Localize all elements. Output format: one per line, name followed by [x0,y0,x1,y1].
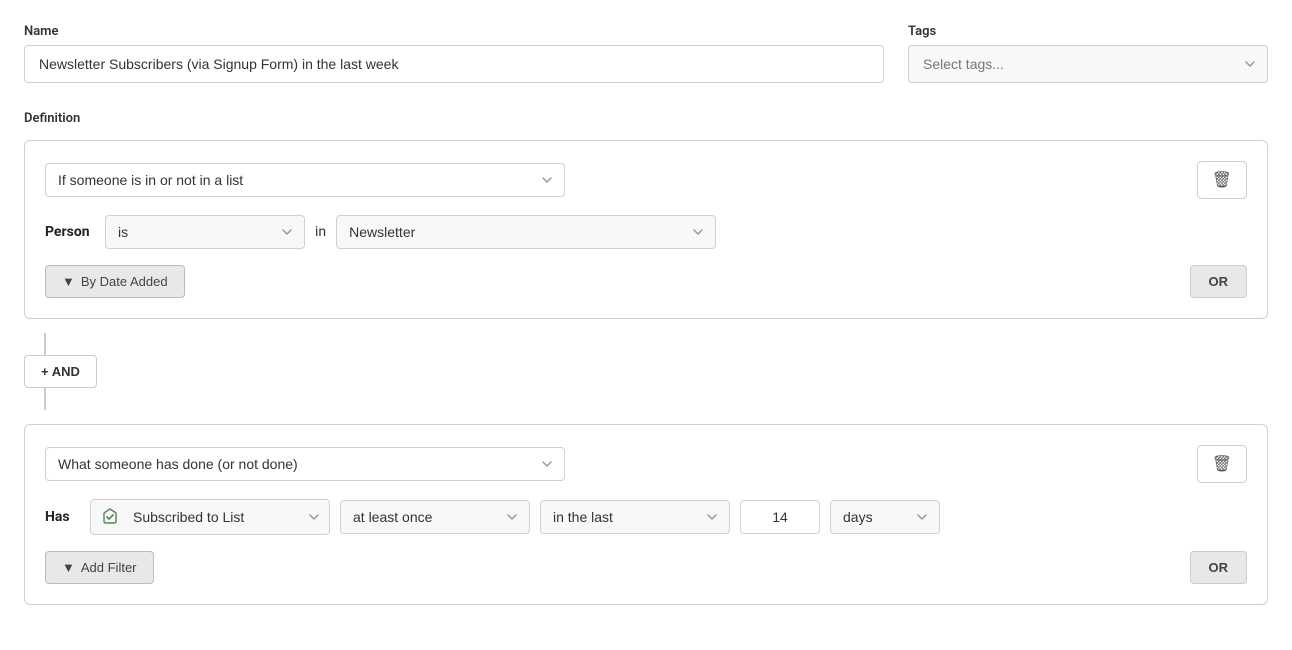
add-filter-label: Add Filter [81,560,137,575]
days-unit-select[interactable]: days weeks months [830,500,940,534]
by-date-added-button[interactable]: ▼ By Date Added [45,265,185,298]
and-vertical-line-top [44,333,46,355]
condition-1-type-select[interactable]: If someone is in or not in a list What s… [45,163,565,197]
in-the-last-select[interactable]: in the last over all time before date [540,500,730,534]
definition-label: Definition [24,111,1268,126]
condition-1-header: If someone is in or not in a list What s… [45,161,1247,199]
tags-label: Tags [908,24,1268,39]
name-field-group: Name [24,24,884,83]
definition-section: Definition If someone is in or not in a … [24,111,1268,605]
and-vertical-line-bottom [44,388,46,410]
add-filter-button[interactable]: ▼ Add Filter [45,551,154,584]
name-input[interactable] [24,45,884,83]
condition-block-2: What someone has done (or not done) If s… [24,424,1268,605]
condition-2-delete-button[interactable]: 🗑 [1197,445,1247,483]
by-date-added-label: By Date Added [81,274,168,289]
condition-1-footer: ▼ By Date Added OR [45,265,1247,298]
name-label: Name [24,24,884,39]
filter-icon-2: ▼ [62,560,75,575]
subscribed-icon [91,500,129,534]
and-connector: + AND [24,333,97,410]
person-label: Person [45,224,95,240]
condition-2-row: Has Subscribed to List Unsubscribed from… [45,499,1247,535]
condition-1-delete-button[interactable]: 🗑 [1197,161,1247,199]
subscribed-select-wrapper: Subscribed to List Unsubscribed from Lis… [90,499,330,535]
and-button[interactable]: + AND [24,355,97,388]
condition-2-footer: ▼ Add Filter OR [45,551,1247,584]
has-label: Has [45,509,80,525]
days-number-input[interactable] [740,500,820,534]
and-section: + AND [24,333,1268,410]
tags-select[interactable]: Select tags... [908,45,1268,83]
subscribed-action-select[interactable]: Subscribed to List Unsubscribed from Lis… [129,501,329,533]
condition-2-header: What someone has done (or not done) If s… [45,445,1247,483]
condition-1-or-button[interactable]: OR [1190,265,1248,298]
filter-icon: ▼ [62,274,75,289]
tags-field-group: Tags Select tags... [908,24,1268,83]
in-label: in [315,224,326,240]
condition-1-row: Person is is not in Newsletter VIP List … [45,215,1247,249]
at-least-select[interactable]: at least once zero times exactly [340,500,530,534]
condition-1-list-select[interactable]: Newsletter VIP List Promotional [336,215,716,249]
condition-1-is-select[interactable]: is is not [105,215,305,249]
top-section: Name Tags Select tags... [24,24,1268,83]
condition-2-or-button[interactable]: OR [1190,551,1248,584]
condition-block-1: If someone is in or not in a list What s… [24,140,1268,319]
condition-2-type-select[interactable]: What someone has done (or not done) If s… [45,447,565,481]
